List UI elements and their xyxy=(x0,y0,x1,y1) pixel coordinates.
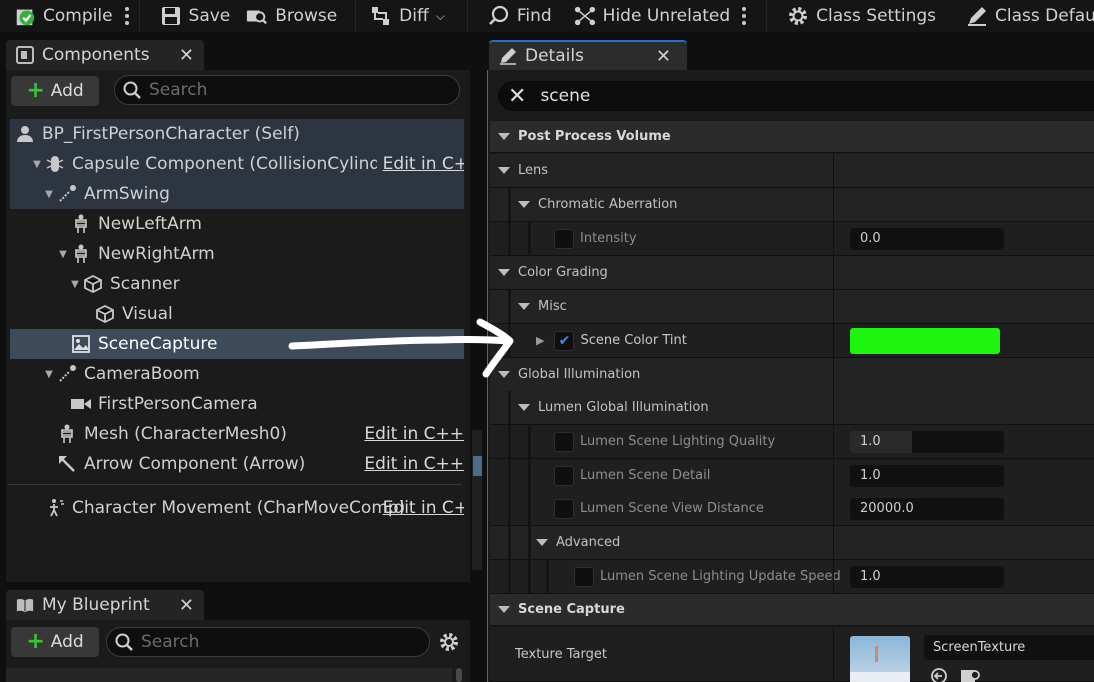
annotation-arrow xyxy=(288,318,514,378)
